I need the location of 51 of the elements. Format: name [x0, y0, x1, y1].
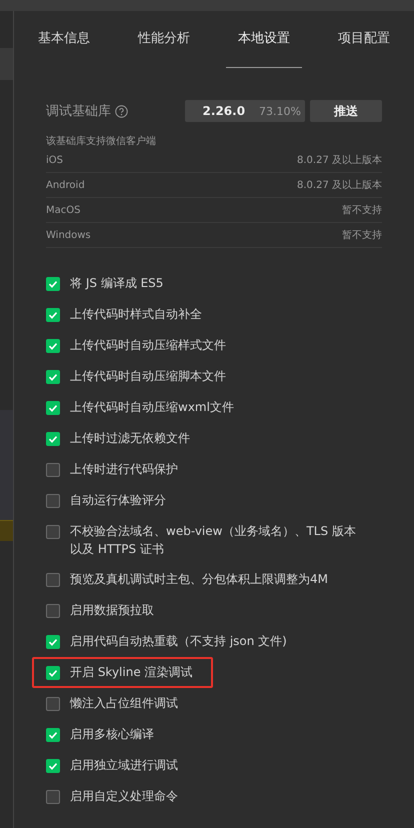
checkbox[interactable]: [46, 697, 60, 711]
option-label: 上传代码时自动压缩样式文件: [70, 337, 226, 354]
tab[interactable]: 项目配置: [314, 11, 414, 66]
checkbox[interactable]: [46, 728, 60, 742]
checkbox[interactable]: [46, 308, 60, 322]
checkbox[interactable]: [46, 494, 60, 508]
version-requirement: 暂不支持: [342, 204, 382, 217]
help-icon[interactable]: [115, 104, 128, 118]
option-label: 预览及真机调试时主包、分包体积上限调整为4M: [70, 571, 328, 588]
checkbox[interactable]: [46, 277, 60, 291]
tab[interactable]: 性能分析: [114, 11, 214, 66]
support-title: 该基础库支持微信客户端: [46, 134, 157, 148]
checkbox[interactable]: [46, 573, 60, 587]
checkbox[interactable]: [46, 666, 60, 680]
option-label: 上传代码时自动压缩wxml文件: [70, 399, 234, 416]
checkbox[interactable]: [46, 339, 60, 353]
option-label: 开启 Skyline 渲染调试: [70, 664, 193, 681]
option-label: 启用独立域进行调试: [70, 757, 178, 774]
option-label: 启用多核心编译: [70, 726, 154, 743]
version-requirement: 8.0.27 及以上版本: [297, 154, 382, 167]
option-label: 上传时进行代码保护: [70, 461, 178, 478]
checkbox[interactable]: [46, 604, 60, 618]
version-requirement: 暂不支持: [342, 228, 382, 242]
checkbox[interactable]: [46, 432, 60, 446]
option-label: 启用数据预拉取: [70, 602, 154, 619]
checkbox[interactable]: [46, 790, 60, 804]
platform-name: Android: [46, 180, 85, 190]
tab[interactable]: 基本信息: [14, 11, 114, 66]
option-label: 上传代码时样式自动补全: [70, 306, 202, 323]
option-label: 启用自定义处理命令: [70, 788, 178, 805]
option-label: 将 JS 编译成 ES5: [70, 275, 164, 292]
version-select[interactable]: 2.26.0 73.10%: [185, 100, 305, 122]
option-label: 上传时过滤无依赖文件: [70, 430, 190, 447]
checkbox[interactable]: [46, 635, 60, 649]
option-label: 懒注入占位组件调试: [70, 695, 178, 712]
checkbox[interactable]: [46, 759, 60, 773]
option-label: 启用代码自动热重载（不支持 json 文件): [70, 633, 287, 650]
option-label: 不校验合法域名、web-view（业务域名）、TLS 版本以及 HTTPS 证书: [70, 523, 357, 558]
checkbox[interactable]: [46, 463, 60, 477]
platform-name: iOS: [46, 154, 63, 166]
platform-name: Windows: [46, 230, 91, 240]
push-button[interactable]: 推送: [310, 100, 382, 122]
debug-library-label: 调试基础库: [46, 103, 111, 120]
tab[interactable]: 本地设置: [214, 11, 314, 66]
checkbox[interactable]: [46, 370, 60, 384]
checkbox[interactable]: [46, 525, 60, 539]
platform-name: MacOS: [46, 204, 80, 216]
version-requirement: 8.0.27 及以上版本: [297, 178, 382, 192]
option-label: 上传代码时自动压缩脚本文件: [70, 368, 226, 385]
option-label: 自动运行体验评分: [70, 492, 166, 509]
checkbox[interactable]: [46, 401, 60, 415]
